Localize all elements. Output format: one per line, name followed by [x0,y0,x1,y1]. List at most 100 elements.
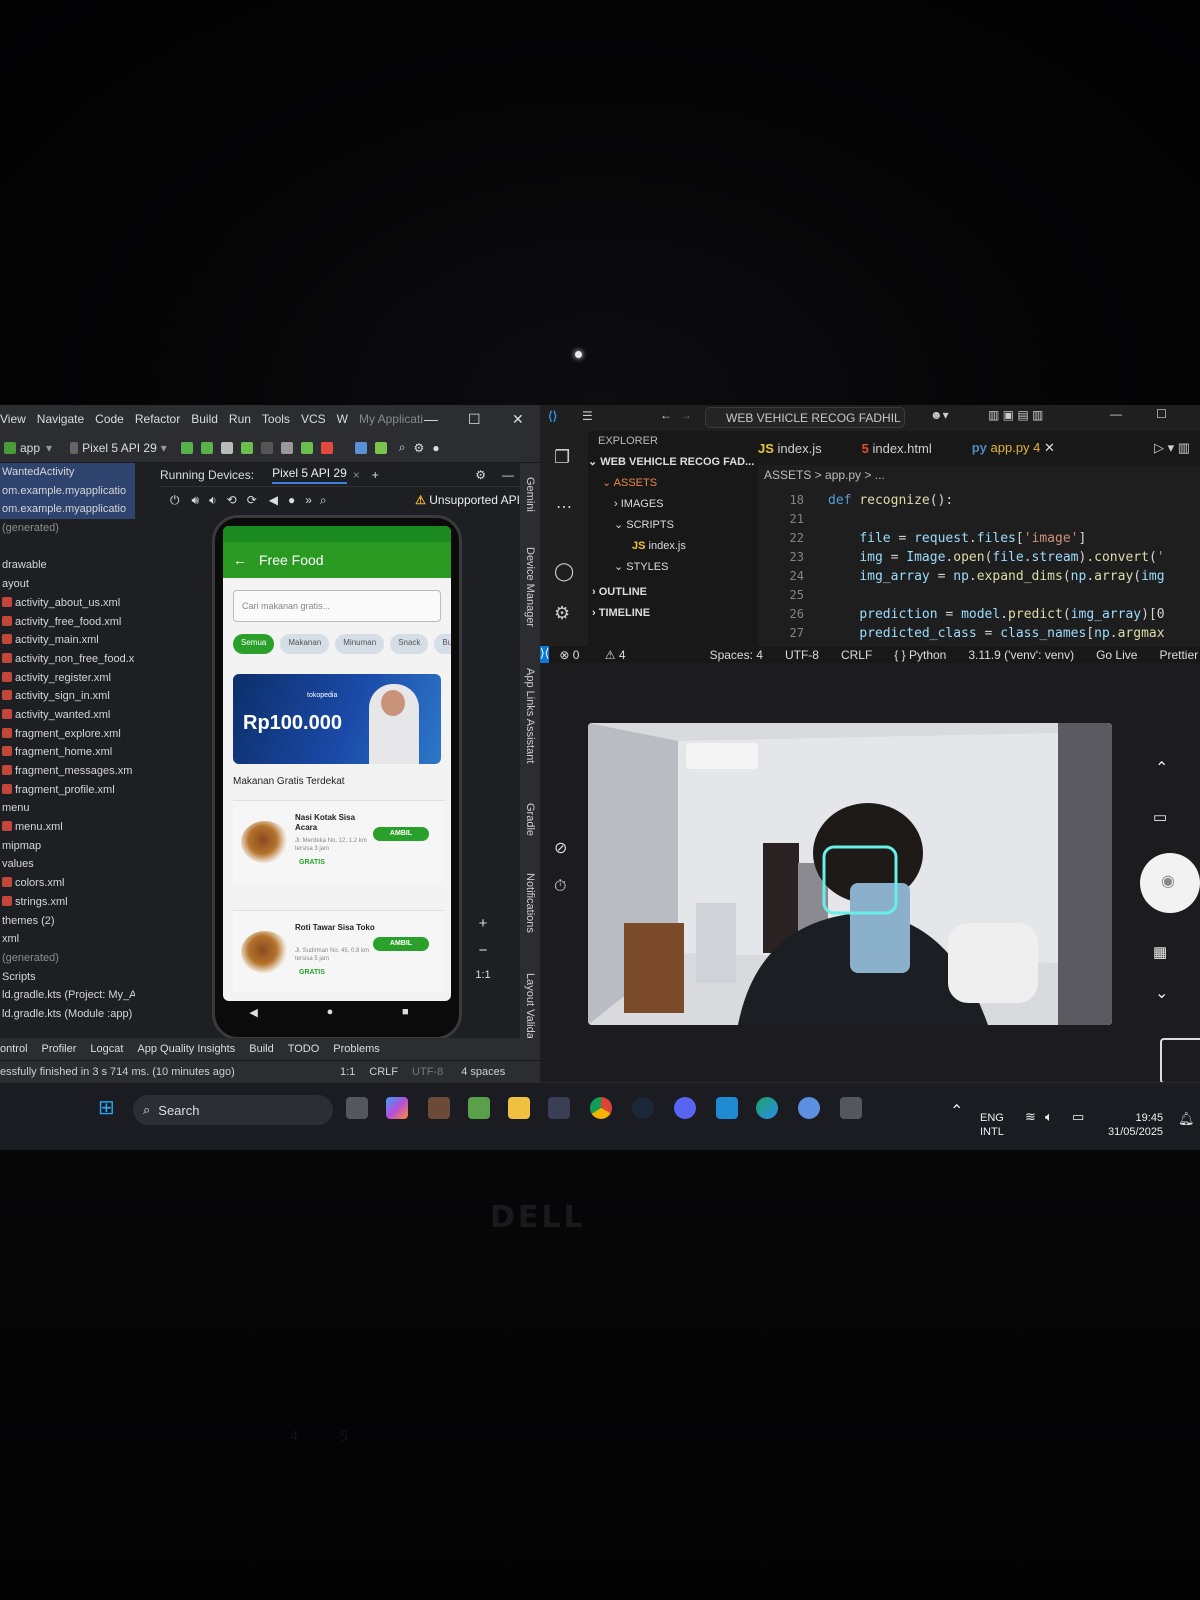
folder-scripts[interactable]: ⌄ SCRIPTS [588,515,758,536]
line-separator[interactable]: CRLF [369,1066,398,1078]
project-tree-item[interactable]: fragment_explore.xml [0,725,135,744]
input-language[interactable]: ENG INTL [980,1111,1004,1139]
edge-icon[interactable] [756,1097,778,1119]
project-tree-item[interactable]: om.example.myapplicatio [0,500,135,520]
attach-icon[interactable] [280,441,293,454]
file-encoding[interactable]: UTF-8 [412,1066,443,1078]
tab-index-js[interactable]: JS index.js [758,441,822,456]
volume-up-icon[interactable]: 🔊︎ [192,493,200,508]
photo-app-icon[interactable] [428,1097,450,1119]
minimize-icon[interactable]: — [1110,407,1122,421]
more-icon[interactable]: » [305,493,312,507]
vscode-icon[interactable] [716,1097,738,1119]
project-tree-item[interactable]: mipmap [0,837,135,856]
hamburger-menu-icon[interactable]: ☰ [582,409,593,423]
indent-setting[interactable]: 4 spaces [461,1066,505,1078]
home-icon[interactable]: ● [288,493,295,507]
project-tree-item[interactable]: menu.xml [0,818,135,837]
nav-home-icon[interactable]: ● [327,1006,334,1018]
nav-recents-icon[interactable]: ■ [402,1006,409,1018]
project-tree-item[interactable]: activity_register.xml [0,669,135,688]
sync-icon[interactable] [354,441,367,454]
copilot-icon[interactable]: ☻▾ [930,408,949,422]
file-explorer-icon[interactable] [508,1097,530,1119]
taskbar-clock[interactable]: 19:45 31/05/2025 [1108,1111,1163,1139]
chip-snack[interactable]: Snack [390,634,429,654]
promo-banner[interactable]: tokopedia Rp100.000 [233,674,441,764]
project-root[interactable]: ⌄ WEB VEHICLE RECOG FAD... [588,452,758,473]
indent-status[interactable]: Spaces: 4 [710,648,763,662]
apply-changes-icon[interactable] [200,441,213,454]
project-tree-item[interactable]: themes (2) [0,912,135,931]
project-tree-item[interactable]: ayout [0,575,135,594]
close-icon[interactable]: ✕ [512,411,524,428]
gear-icon[interactable]: ⚙ [554,603,570,624]
chevron-down-icon[interactable]: ▾ [161,441,167,455]
video-mode-icon[interactable]: ▭ [1153,808,1167,826]
project-tree-item[interactable]: activity_sign_in.xml [0,687,135,706]
menu-code[interactable]: Code [95,412,124,426]
account-icon[interactable]: ◯ [554,561,574,582]
food-card[interactable]: Nasi Kotak Sisa Acara Jl. Merdeka No. 12… [233,800,445,882]
chevron-down-icon[interactable]: ⌄ [1155,983,1168,1003]
run-icon[interactable]: ▷ ▾ ▥ [1154,440,1190,456]
code-line[interactable]: def recognize(): [828,493,953,508]
device-manager-icon[interactable] [374,441,387,454]
battery-icon[interactable]: ▭ [1072,1109,1084,1125]
tool-todo[interactable]: TODO [288,1043,320,1055]
caret-position[interactable]: 1:1 [340,1066,355,1078]
close-icon[interactable]: × [353,468,360,482]
menu-build[interactable]: Build [191,412,218,426]
profile-icon[interactable] [260,441,273,454]
rotate-left-icon[interactable]: ⟲ [227,493,237,507]
volume-icon[interactable]: 🔈︎ [1045,1109,1053,1125]
gear-icon[interactable]: ⚙ [414,441,425,455]
project-tree-item[interactable]: colors.xml [0,874,135,893]
no-hdr-icon[interactable]: ⊘ [554,838,567,858]
chip-makanan[interactable]: Makanan [280,634,330,654]
menu-view[interactable]: View [0,412,26,426]
chip-minuman[interactable]: Minuman [335,634,385,654]
code-line[interactable]: img_array = np.expand_dims(np.array(img [828,569,1164,584]
project-tree-item[interactable]: fragment_messages.xm [0,762,135,781]
run-config-select[interactable]: app [20,441,40,455]
chevron-down-icon[interactable]: ▾ [46,441,52,455]
tool-build[interactable]: Build [249,1043,273,1055]
screenshot-icon[interactable]: ⌕ [320,493,327,508]
panel-notifications[interactable]: Notifications [524,873,536,933]
panel-gradle[interactable]: Gradle [524,803,536,836]
rotate-right-icon[interactable]: ⟳ [247,493,257,507]
timer-icon[interactable]: ⏱ [554,878,566,896]
code-line[interactable]: prediction = model.predict(img_array)[0 [828,607,1164,622]
project-tree-item[interactable]: drawable [0,556,135,575]
search-icon[interactable]: ⌕ [399,440,406,455]
project-tree-item[interactable]: fragment_profile.xml [0,781,135,800]
camera-app-icon[interactable] [840,1097,862,1119]
back-icon[interactable]: ◀ [269,493,278,507]
notes-app-icon[interactable] [468,1097,490,1119]
timeline-section[interactable]: › TIMELINE [588,603,758,624]
outline-section[interactable]: › OUTLINE [588,582,758,603]
project-tree-item[interactable]: activity_non_free_food.x [0,650,135,669]
food-card[interactable]: Roti Tawar Sisa Toko Jl. Sudirman No. 45… [233,910,445,992]
project-tree-item[interactable]: (generated) [0,519,135,538]
encoding-status[interactable]: UTF-8 [785,648,819,662]
zoom-reset-button[interactable]: 1:1 [470,969,496,981]
problems-count[interactable]: ⊗ 0 ⚠ 4 [559,648,647,662]
layout-toggle-icon[interactable]: ▥ ▣ ▤ ▥ [988,408,1043,422]
folder-assets[interactable]: ⌄ ASSETS [588,473,758,494]
project-tree-item[interactable]: activity_free_food.xml [0,613,135,632]
debug-icon[interactable] [240,441,253,454]
power-icon[interactable]: ⏻ [170,493,180,508]
tool-app-quality[interactable]: App Quality Insights [137,1043,235,1055]
rerun-icon[interactable] [180,441,193,454]
eol-status[interactable]: CRLF [841,648,872,662]
command-center-search[interactable]: WEB VEHICLE RECOG FADHIL [705,407,905,428]
tab-pixel5[interactable]: Pixel 5 API 29 [272,466,347,484]
device-select[interactable]: Pixel 5 API 29 [82,441,157,455]
qr-code-icon[interactable]: ▦ [1153,943,1167,961]
code-line[interactable]: img = Image.open(file.stream).convert(' [828,550,1164,565]
zoom-in-button[interactable]: + [470,915,496,932]
language-mode[interactable]: { } Python [894,648,946,662]
remote-icon[interactable]: ⟩⟨ [540,646,550,663]
